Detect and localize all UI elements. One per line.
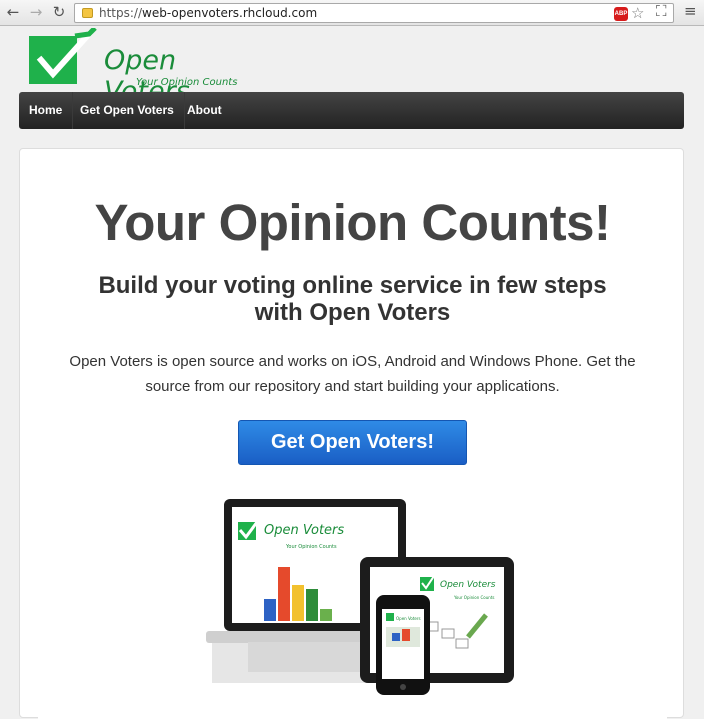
url-text[interactable]: https://web-openvoters.rhcloud.com <box>99 6 317 20</box>
logo-subtitle: Your Opinion Counts <box>136 77 238 88</box>
hero-headline: Your Opinion Counts! <box>94 194 611 251</box>
site-logo[interactable]: Open Voters Your Opinion Counts <box>29 28 269 107</box>
fullscreen-icon[interactable]: ⛶ <box>656 2 667 20</box>
lock-warning-icon[interactable] <box>82 8 93 18</box>
reload-icon[interactable]: ↻ <box>50 3 68 21</box>
nav-item-about[interactable]: About <box>177 92 232 129</box>
back-icon[interactable]: ← <box>4 3 22 21</box>
content-container: Your Opinion Counts! Build your voting o… <box>19 148 684 719</box>
tablet-logo-title: Open Voters <box>440 580 496 590</box>
hero-description: Open Voters is open source and works on … <box>69 353 636 395</box>
nav-item-home[interactable]: Home <box>19 92 74 129</box>
address-bar[interactable]: https://web-openvoters.rhcloud.com ABP ☆ <box>74 3 674 23</box>
adblock-icon[interactable]: ABP <box>614 7 628 21</box>
devices-illustration: Open Voters Your Opinion Counts Open Vot… <box>206 499 514 695</box>
tablet-logo-subtitle: Your Opinion Counts <box>453 595 494 600</box>
forward-icon[interactable]: → <box>27 3 45 21</box>
hero-subheadline: Build your voting online service in few … <box>38 272 667 326</box>
hero-unit: Your Opinion Counts! Build your voting o… <box>38 149 667 719</box>
nav-item-get-open-voters[interactable]: Get Open Voters <box>70 92 185 129</box>
laptop-logo-title: Open Voters <box>264 523 344 538</box>
laptop-logo-subtitle: Your Opinion Counts <box>285 544 337 550</box>
browser-toolbar: ← → ↻ https://web-openvoters.rhcloud.com… <box>0 0 704 26</box>
phone-logo-title: Open Voters <box>396 616 421 621</box>
main-navbar: Home Get Open Voters About <box>19 92 684 129</box>
menu-icon[interactable]: ≡ <box>684 2 697 20</box>
subheadline-line-1: Build your voting online service in few … <box>98 272 607 299</box>
bookmark-star-icon[interactable]: ☆ <box>631 4 644 22</box>
subheadline-line-2: with Open Voters <box>254 299 451 326</box>
get-open-voters-button[interactable]: Get Open Voters! <box>238 420 467 465</box>
checkmark-logo-icon <box>29 28 97 84</box>
page: Open Voters Your Opinion Counts Home Get… <box>0 27 704 719</box>
